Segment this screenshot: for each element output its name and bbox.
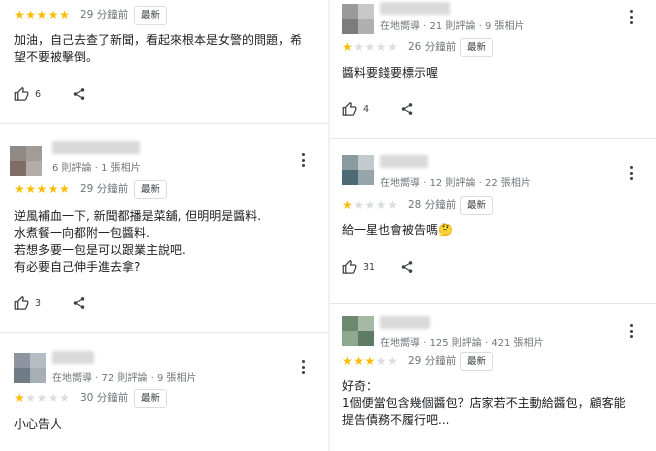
- star-icon: ★: [25, 8, 37, 22]
- star-rating: ★★★★★: [342, 354, 398, 368]
- star-icon: ★: [25, 182, 37, 196]
- reviewer-name[interactable]: [52, 351, 94, 364]
- star-icon: ★: [36, 8, 48, 22]
- review-card: 在地嚮導 · 12 則評論 · 22 張相片 ★★★★★ 28 分鐘前 最新 給…: [330, 139, 656, 303]
- more-vert-icon[interactable]: [300, 360, 306, 376]
- review-text: 逆風補血一下, 新聞都播是菜舖, 但明明是醬料. 水煮餐一向都附一包醬料. 若想…: [14, 209, 262, 274]
- review-card: ★★★★★ 29 分鐘前 最新 加油，自己去查了新聞，看起來根本是女警的問題，希…: [0, 0, 328, 123]
- review-text: 醬料要錢要標示喔: [342, 66, 439, 80]
- star-icon: ★: [59, 182, 71, 196]
- more-vert-icon[interactable]: [628, 324, 634, 340]
- more-vert-icon[interactable]: [300, 153, 306, 169]
- star-rating: ★★★★★: [14, 182, 70, 196]
- thumb-up-icon: [342, 260, 357, 274]
- reviewer-name[interactable]: [52, 141, 140, 154]
- star-icon: ★: [25, 391, 37, 405]
- reviewer-name[interactable]: [380, 155, 428, 168]
- star-icon: ★: [342, 354, 354, 368]
- star-icon: ★: [59, 8, 71, 22]
- review-text: 加油，自己去查了新聞，看起來根本是女警的問題，希 望不要被擊倒。: [14, 33, 303, 64]
- star-icon: ★: [353, 40, 365, 54]
- star-icon: ★: [59, 391, 71, 405]
- review-text: 給一星也會被告嗎🤔: [342, 223, 453, 237]
- like-button[interactable]: 6: [14, 87, 41, 102]
- star-icon: ★: [14, 8, 26, 22]
- star-icon: ★: [364, 354, 376, 368]
- thumb-up-icon: [342, 102, 357, 116]
- star-icon: ★: [387, 354, 399, 368]
- like-button[interactable]: 31: [342, 260, 375, 275]
- review-card: 6 則評論 · 1 張相片 ★★★★★ 29 分鐘前 最新 逆風補血一下, 新聞…: [0, 124, 328, 332]
- star-icon: ★: [353, 198, 365, 212]
- star-icon: ★: [36, 182, 48, 196]
- star-icon: ★: [375, 198, 388, 212]
- share-icon[interactable]: [400, 102, 414, 116]
- more-vert-icon[interactable]: [628, 166, 634, 182]
- thumb-up-icon: [14, 296, 29, 310]
- star-icon: ★: [387, 198, 399, 212]
- review-time: 29 分鐘前: [408, 355, 457, 367]
- review-time: 26 分鐘前: [408, 41, 457, 53]
- star-icon: ★: [47, 182, 60, 196]
- newest-badge: 最新: [460, 196, 494, 215]
- like-count: 3: [35, 298, 42, 309]
- star-rating: ★★★★★: [14, 391, 70, 405]
- star-icon: ★: [364, 198, 376, 212]
- star-icon: ★: [353, 354, 365, 368]
- share-icon[interactable]: [400, 260, 414, 274]
- like-count: 4: [363, 104, 370, 115]
- reviewer-meta: 在地嚮導 · 12 則評論 · 22 張相片: [380, 178, 531, 189]
- reviewer-meta: 6 則評論 · 1 張相片: [52, 163, 141, 174]
- reviewer-meta: 在地嚮導 · 21 則評論 · 9 張相片: [380, 21, 525, 32]
- star-rating: ★★★★★: [342, 198, 398, 212]
- like-count: 31: [363, 262, 376, 273]
- star-icon: ★: [387, 40, 399, 54]
- like-button[interactable]: 3: [14, 296, 41, 311]
- star-icon: ★: [47, 8, 60, 22]
- like-count: 6: [35, 89, 42, 100]
- newest-badge: 最新: [460, 38, 494, 57]
- thumb-up-icon: [14, 87, 29, 101]
- avatar[interactable]: [342, 4, 374, 34]
- newest-badge: 最新: [134, 389, 168, 408]
- star-icon: ★: [342, 40, 354, 54]
- review-card: 在地嚮導 · 21 則評論 · 9 張相片 ★★★★★ 26 分鐘前 最新 醬料…: [330, 0, 656, 138]
- review-text: 小心告人: [14, 417, 63, 431]
- review-time: 29 分鐘前: [80, 9, 129, 21]
- review-time: 30 分鐘前: [80, 392, 129, 404]
- newest-badge: 最新: [134, 180, 168, 199]
- star-rating: ★★★★★: [342, 40, 398, 54]
- reviewer-meta: 在地嚮導 · 72 則評論 · 9 張相片: [52, 373, 197, 384]
- avatar[interactable]: [14, 353, 46, 383]
- newest-badge: 最新: [460, 352, 494, 371]
- avatar[interactable]: [10, 146, 42, 176]
- reviewer-name[interactable]: [380, 2, 450, 15]
- review-time: 28 分鐘前: [408, 199, 457, 211]
- star-icon: ★: [14, 391, 26, 405]
- left-review-column: ★★★★★ 29 分鐘前 最新 加油，自己去查了新聞，看起來根本是女警的問題，希…: [0, 0, 328, 451]
- right-review-column: 在地嚮導 · 21 則評論 · 9 張相片 ★★★★★ 26 分鐘前 最新 醬料…: [330, 0, 656, 451]
- reviewer-meta: 在地嚮導 · 125 則評論 · 421 張相片: [380, 338, 544, 349]
- review-card: 在地嚮導 · 72 則評論 · 9 張相片 ★★★★★ 30 分鐘前 最新 小心…: [0, 333, 328, 451]
- star-icon: ★: [375, 40, 388, 54]
- star-icon: ★: [375, 354, 388, 368]
- review-time: 29 分鐘前: [80, 183, 129, 195]
- more-vert-icon[interactable]: [628, 10, 634, 26]
- star-icon: ★: [14, 182, 26, 196]
- star-icon: ★: [36, 391, 48, 405]
- star-icon: ★: [342, 198, 354, 212]
- reviewer-name[interactable]: [380, 316, 430, 329]
- star-icon: ★: [47, 391, 60, 405]
- share-icon[interactable]: [72, 87, 86, 101]
- avatar[interactable]: [342, 316, 374, 346]
- star-rating: ★★★★★: [14, 8, 70, 22]
- newest-badge: 最新: [134, 6, 168, 25]
- review-card: 在地嚮導 · 125 則評論 · 421 張相片 ★★★★★ 29 分鐘前 最新…: [330, 304, 656, 451]
- star-icon: ★: [364, 40, 376, 54]
- avatar[interactable]: [342, 155, 374, 185]
- share-icon[interactable]: [72, 296, 86, 310]
- like-button[interactable]: 4: [342, 102, 369, 117]
- review-text: 好奇： 1個便當包含幾個醬包？店家若不主動給醬包，顧客能 提告債務不履行吧...: [342, 379, 626, 427]
